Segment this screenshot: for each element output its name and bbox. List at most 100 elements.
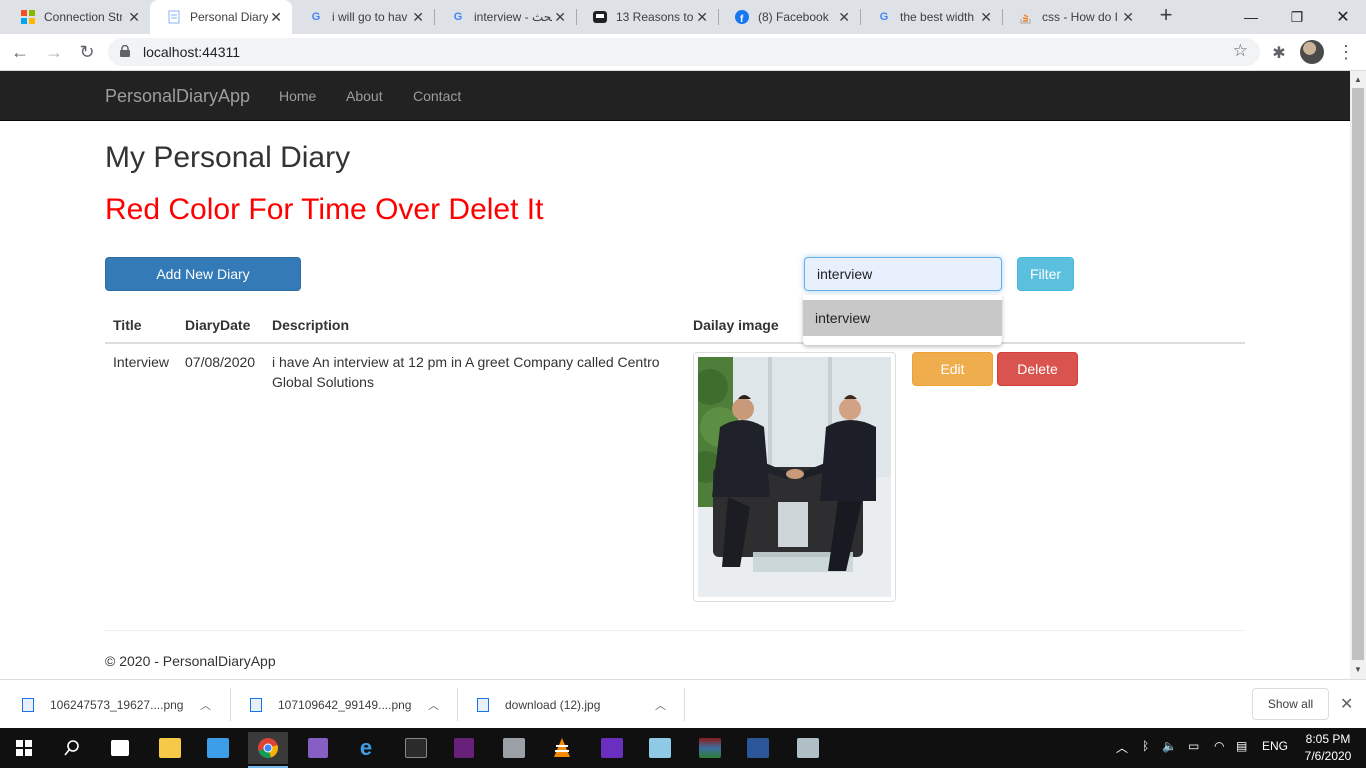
- filter-button[interactable]: Filter: [1017, 257, 1074, 291]
- extensions-puzzle-icon[interactable]: ✱: [1268, 42, 1290, 64]
- footer-copyright: © 2020 - PersonalDiaryApp: [105, 653, 276, 669]
- tab-best-width[interactable]: G the best width ✕: [860, 0, 1002, 34]
- nav-about-link[interactable]: About: [346, 88, 383, 104]
- close-icon[interactable]: ✕: [1122, 9, 1134, 26]
- address-url: localhost:44311: [143, 44, 241, 60]
- volume-icon[interactable]: 🔈: [1162, 739, 1177, 753]
- wifi-icon[interactable]: ◠: [1214, 739, 1224, 753]
- bluetooth-icon[interactable]: ᛒ: [1142, 739, 1149, 753]
- close-icon[interactable]: ✕: [838, 9, 850, 26]
- language-indicator[interactable]: ENG: [1262, 739, 1288, 753]
- video-editor-icon[interactable]: [592, 732, 632, 764]
- tab-label: css - How do I: [1042, 10, 1119, 24]
- address-bar[interactable]: localhost:44311 ☆: [108, 38, 1260, 66]
- page-viewport: PersonalDiaryApp Home About Contact My P…: [0, 71, 1350, 679]
- tab-label: (8) Facebook: [758, 10, 829, 24]
- nav-contact-link[interactable]: Contact: [413, 88, 461, 104]
- browser-tab-strip: Connection Str ✕ Personal Diary ✕ G i wi…: [0, 0, 1366, 34]
- tab-facebook[interactable]: f (8) Facebook ✕: [718, 0, 860, 34]
- media-player-icon[interactable]: [198, 732, 238, 764]
- chevron-up-icon[interactable]: ︿: [655, 697, 666, 713]
- vlc-icon[interactable]: [542, 732, 582, 764]
- tab-label: i will go to hav: [332, 10, 408, 24]
- terminal-icon[interactable]: [396, 732, 436, 764]
- tab-personal-diary[interactable]: Personal Diary ✕: [150, 0, 292, 34]
- media-icon: [592, 9, 608, 25]
- page-icon: [166, 9, 182, 25]
- notes-icon[interactable]: [640, 732, 680, 764]
- tab-13-reasons[interactable]: 13 Reasons to ✕: [576, 0, 718, 34]
- tab-css-how-do-i[interactable]: css - How do I ✕: [1002, 0, 1144, 34]
- profile-avatar[interactable]: [1300, 40, 1324, 64]
- system-clock[interactable]: 8:05 PM 7/6/2020: [1300, 731, 1356, 765]
- search-input[interactable]: [804, 257, 1002, 291]
- cell-description-line1: i have An interview at 12 pm in A greet …: [272, 354, 660, 370]
- visual-studio-2-icon[interactable]: [444, 732, 484, 764]
- search-icon[interactable]: [52, 732, 92, 764]
- store-icon[interactable]: [100, 732, 140, 764]
- tab-google-search[interactable]: G i will go to hav ✕: [292, 0, 434, 34]
- diary-image-thumbnail: [690, 352, 896, 602]
- tab-label: interview - بحث: [474, 10, 552, 24]
- close-icon[interactable]: ✕: [128, 9, 140, 26]
- search-autocomplete-dropdown: interview: [803, 295, 1002, 345]
- bookmark-star-icon[interactable]: ☆: [1233, 41, 1248, 61]
- delete-button[interactable]: Delete: [997, 352, 1078, 386]
- close-icon[interactable]: ✕: [1340, 694, 1353, 714]
- nav-home-link[interactable]: Home: [279, 88, 316, 104]
- column-header-title: Title: [113, 317, 142, 333]
- minimize-icon[interactable]: —: [1228, 0, 1274, 34]
- forward-arrow-icon[interactable]: →: [42, 40, 66, 64]
- download-filename: 107109642_99149....png: [278, 697, 412, 712]
- window-close-icon[interactable]: ✕: [1320, 0, 1366, 34]
- new-tab-plus-icon[interactable]: +: [1154, 4, 1178, 28]
- battery-icon[interactable]: ▭: [1188, 739, 1199, 753]
- back-arrow-icon[interactable]: ←: [8, 40, 32, 64]
- chevron-up-icon[interactable]: ︿: [200, 697, 211, 713]
- navbar-brand-link[interactable]: PersonalDiaryApp: [105, 86, 250, 107]
- google-icon: G: [311, 11, 321, 23]
- file-explorer-icon[interactable]: [150, 732, 190, 764]
- clock-date: 7/6/2020: [1304, 749, 1352, 763]
- close-icon[interactable]: ✕: [696, 9, 708, 26]
- visual-studio-icon[interactable]: [298, 732, 338, 764]
- image-file-icon: [22, 697, 34, 712]
- close-icon[interactable]: ✕: [270, 9, 282, 26]
- word-icon[interactable]: [738, 732, 778, 764]
- edge-icon[interactable]: e: [346, 732, 386, 764]
- handshake-photo: [690, 357, 891, 597]
- tools-icon[interactable]: [494, 732, 534, 764]
- download-filename: download (12).jpg: [505, 697, 601, 712]
- edit-button[interactable]: Edit: [912, 352, 993, 386]
- start-windows-icon[interactable]: [4, 732, 44, 764]
- reload-icon[interactable]: ↻: [75, 40, 99, 64]
- windows-taskbar: e ︿ ᛒ 🔈 ▭ ◠ ▤ ENG 8:05 PM 7/6/2020: [0, 728, 1366, 768]
- close-icon[interactable]: ✕: [412, 9, 424, 26]
- display-settings-icon[interactable]: [788, 732, 828, 764]
- add-new-diary-button[interactable]: Add New Diary: [105, 257, 301, 291]
- notification-icon[interactable]: ▤: [1236, 739, 1247, 753]
- download-item[interactable]: download (12).jpg ︿: [455, 680, 685, 729]
- close-icon[interactable]: ✕: [554, 9, 566, 26]
- scroll-up-arrow-icon[interactable]: ▲: [1354, 75, 1362, 84]
- winrar-icon[interactable]: [690, 732, 730, 764]
- browser-menu-icon[interactable]: ⋮: [1337, 41, 1355, 65]
- close-icon[interactable]: ✕: [980, 9, 992, 26]
- lock-icon: [120, 45, 130, 57]
- stackoverflow-icon: [1018, 9, 1034, 25]
- tab-interview-search[interactable]: G interview - بحث ✕: [434, 0, 576, 34]
- download-item[interactable]: 107109642_99149....png ︿: [228, 680, 458, 729]
- browser-toolbar: ← → ↻ localhost:44311 ☆ ✱ ⋮: [0, 34, 1366, 71]
- tab-connection-strings[interactable]: Connection Str ✕: [4, 0, 150, 34]
- page-scrollbar[interactable]: ▲ ▼: [1350, 71, 1366, 679]
- chevron-up-tray-icon[interactable]: ︿: [1116, 739, 1128, 756]
- restore-icon[interactable]: ❐: [1274, 0, 1320, 34]
- autocomplete-option[interactable]: interview: [803, 300, 1002, 336]
- chevron-up-icon[interactable]: ︿: [428, 697, 439, 713]
- site-navbar: PersonalDiaryApp Home About Contact: [0, 71, 1350, 121]
- download-item[interactable]: 106247573_19627....png ︿: [0, 680, 230, 729]
- show-all-downloads-button[interactable]: Show all: [1252, 688, 1329, 720]
- scrollbar-thumb[interactable]: [1352, 88, 1364, 660]
- chrome-icon[interactable]: [248, 732, 288, 764]
- scroll-down-arrow-icon[interactable]: ▼: [1354, 665, 1362, 674]
